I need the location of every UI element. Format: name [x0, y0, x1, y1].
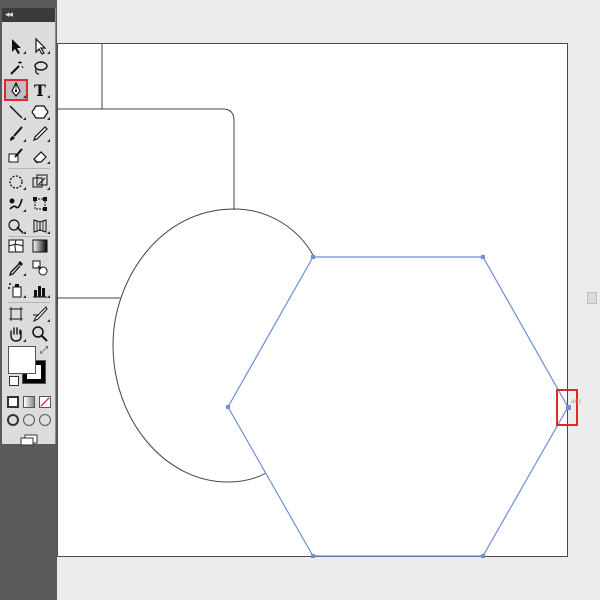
anchor-point[interactable]: [311, 255, 315, 259]
perspective-grid-tool[interactable]: [29, 216, 51, 236]
color-mode-button[interactable]: [7, 396, 19, 408]
mesh-icon: [8, 239, 24, 253]
blend-tool[interactable]: [29, 258, 51, 278]
zoom-tool[interactable]: [29, 324, 51, 344]
default-colors-icon[interactable]: [9, 376, 19, 386]
artwork[interactable]: [0, 0, 600, 600]
rotate-tool[interactable]: [5, 172, 27, 192]
gradient-icon: [32, 239, 48, 253]
artboard-tool[interactable]: [5, 304, 27, 324]
type-tool-icon: T: [34, 80, 46, 100]
rounded-rectangle-path[interactable]: [57, 108, 235, 210]
hand-tool[interactable]: [5, 324, 27, 344]
direct-selection-tool[interactable]: [29, 36, 51, 56]
collapse-icon[interactable]: ◂◂: [5, 9, 13, 21]
hexagon-path[interactable]: [227, 256, 569, 557]
blob-brush-tool[interactable]: [5, 146, 27, 166]
paintbrush-tool[interactable]: [5, 124, 27, 144]
tools-panel: ◂◂ T ⤢: [2, 8, 56, 446]
anchor-point[interactable]: [481, 554, 485, 558]
selection-tool[interactable]: [5, 36, 27, 56]
polygon-tool[interactable]: [29, 102, 51, 122]
symbol-sprayer-tool[interactable]: [5, 280, 27, 300]
tool-separator: [8, 302, 50, 303]
none-slash-icon: [40, 397, 50, 407]
lasso-icon: [34, 61, 48, 75]
screen-mode-icon[interactable]: [20, 434, 38, 446]
draw-normal-button[interactable]: [7, 414, 19, 426]
none-mode-button[interactable]: [39, 396, 51, 408]
blob-brush-icon: [8, 148, 23, 163]
swap-colors-icon[interactable]: ⤢: [40, 345, 48, 356]
line-segment-tool[interactable]: [5, 102, 27, 122]
anchor-point[interactable]: [226, 405, 230, 409]
magic-wand-tool[interactable]: [5, 58, 27, 78]
anchor-hint-label: anc: [571, 398, 582, 405]
eraser-tool[interactable]: [29, 146, 51, 166]
fill-color-swatch[interactable]: [8, 346, 36, 374]
slice-tool[interactable]: [29, 304, 51, 324]
lasso-tool[interactable]: [29, 58, 51, 78]
draw-inside-button[interactable]: [39, 414, 51, 426]
eyedropper-tool[interactable]: [5, 258, 27, 278]
gradient-tool[interactable]: [29, 236, 51, 256]
magnifier-icon: [32, 326, 48, 342]
free-transform-tool[interactable]: [29, 194, 51, 214]
anchor-point-highlight: [556, 389, 578, 426]
type-tool[interactable]: T: [29, 80, 51, 100]
blend-icon: [32, 260, 48, 276]
free-transform-icon: [33, 197, 47, 211]
shape-builder-tool[interactable]: [5, 216, 27, 236]
tools-panel-header[interactable]: ◂◂: [2, 8, 55, 22]
artboard-icon: [9, 307, 23, 321]
column-graph-tool[interactable]: [29, 280, 51, 300]
anchor-point[interactable]: [311, 554, 315, 558]
tool-separator: [8, 168, 50, 169]
mesh-tool[interactable]: [5, 236, 27, 256]
warp-tool[interactable]: [5, 194, 27, 214]
anchor-point[interactable]: [481, 255, 485, 259]
magic-wand-icon: [10, 61, 24, 75]
draw-behind-button[interactable]: [23, 414, 35, 426]
scale-tool[interactable]: [29, 172, 51, 192]
ellipse-shape[interactable]: [112, 208, 315, 483]
pen-tool[interactable]: [4, 79, 28, 101]
pencil-tool[interactable]: [29, 124, 51, 144]
gradient-mode-button[interactable]: [23, 396, 35, 408]
